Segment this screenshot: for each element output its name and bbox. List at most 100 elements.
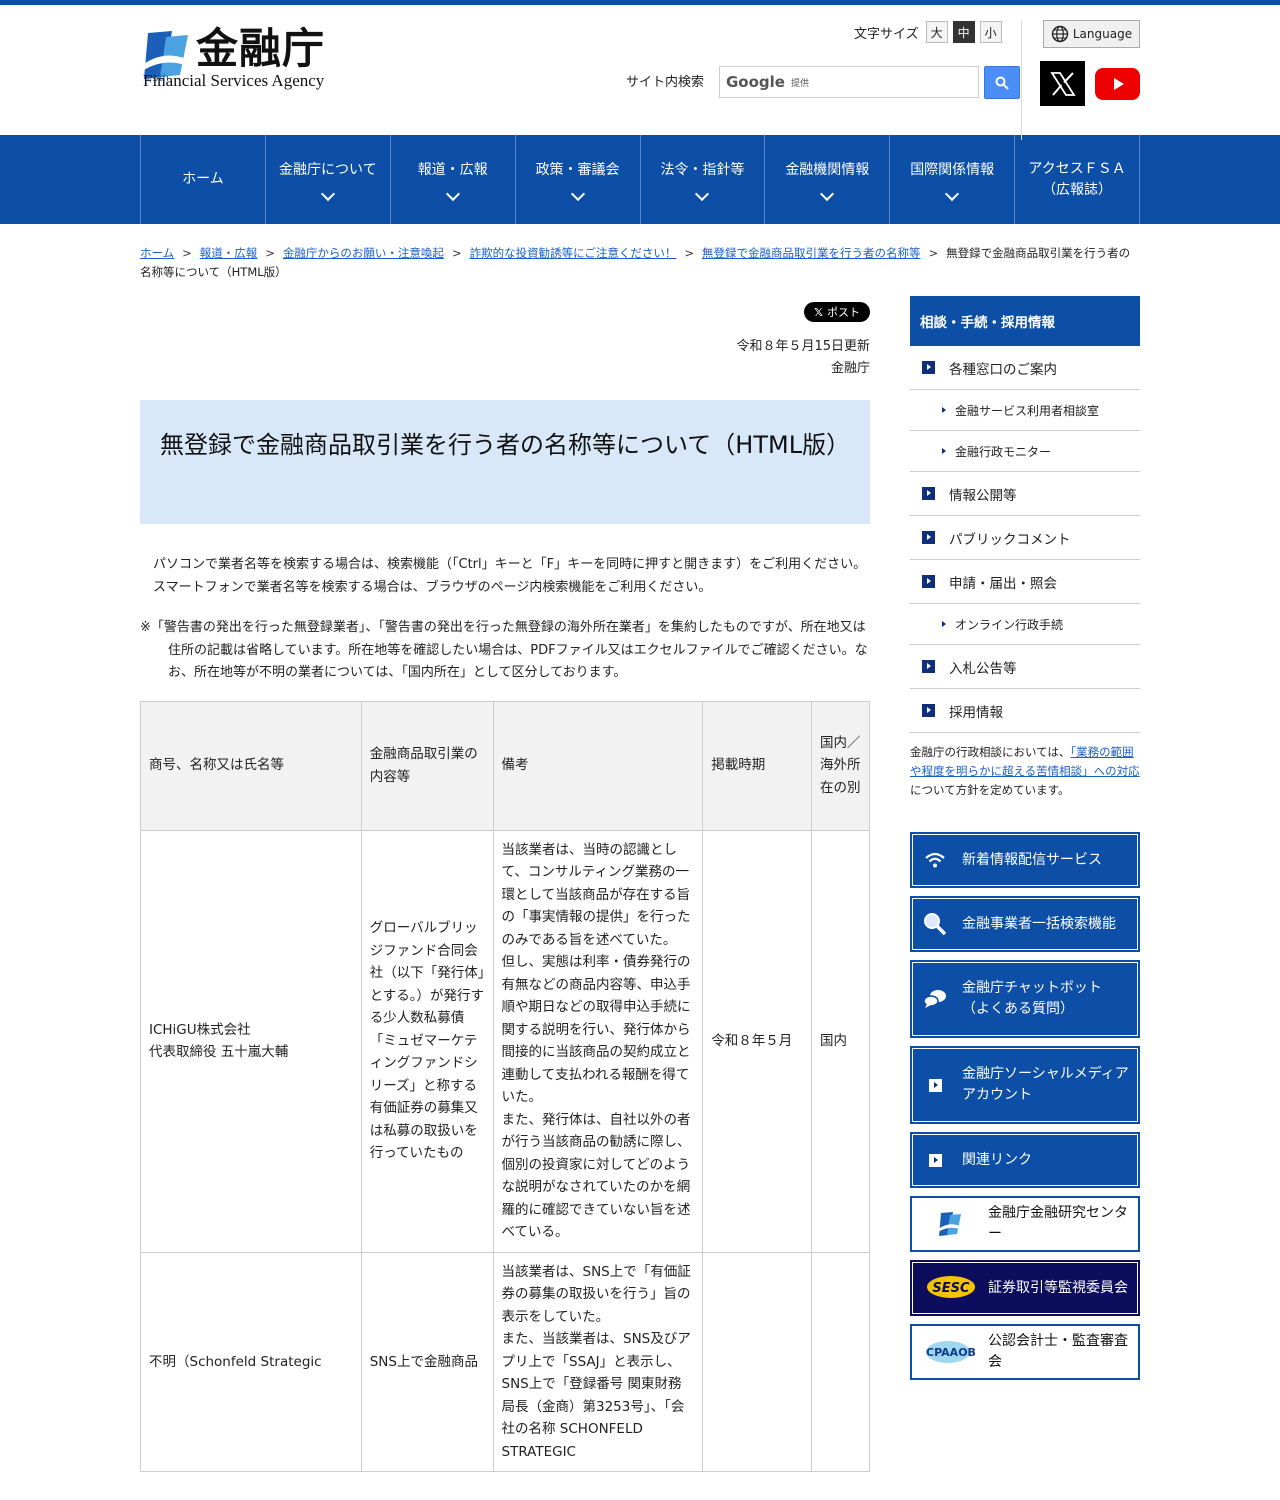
header-divider (1021, 20, 1022, 140)
business-content-cell: グローバルブリッジファンド合同会社（以下「発行体」とする。）が発行する少人数私募… (360, 829, 494, 1253)
sidebar-subitem-label: 金融行政モニター (955, 444, 1052, 459)
banner-label: 新着情報配信サービス (962, 851, 1102, 868)
banner-sesc[interactable]: SESC 証券取引等監視委員会 (910, 1260, 1140, 1316)
banner-label: 金融事業者一括検索機能 (962, 915, 1116, 932)
nav-item-access-fsa[interactable]: アクセスＦＳＡ （広報誌） (1015, 135, 1140, 224)
banner-related-links[interactable]: 関連リンク (910, 1132, 1140, 1188)
search-input[interactable]: Google 提供 (719, 66, 979, 98)
nav-item-home[interactable]: ホーム (141, 135, 266, 224)
sidebar-item-bidding[interactable]: 入札公告等 (910, 645, 1140, 689)
unregistered-business-table: 商号、名称又は氏名等 金融商品取引業の内容等 備考 掲載時期 国内／海外所在の別… (140, 700, 870, 1473)
breadcrumb-link[interactable]: ホーム (140, 246, 174, 260)
business-name: ICHiGU株式会社 (149, 1021, 251, 1038)
sidebar-item-label: 各種窓口のご案内 (949, 361, 1057, 378)
arrow-square-icon (922, 704, 935, 717)
font-size-label: 文字サイズ (854, 26, 919, 42)
banner-label: 金融庁ソーシャルメディア (962, 1066, 1129, 1082)
column-header: 国内／海外所在の別 (811, 700, 870, 831)
arrow-square-icon (922, 1147, 948, 1173)
location-cell (811, 1251, 870, 1472)
nav-label: ホーム (182, 171, 224, 187)
sidebar-subitem-monitor[interactable]: 金融行政モニター (910, 431, 1140, 472)
banner-social-media[interactable]: 金融庁ソーシャルメディア アカウント (910, 1046, 1140, 1124)
breadcrumb-link[interactable]: 金融庁からのお願い・注意喚起 (283, 246, 444, 260)
arrow-square-icon (922, 531, 935, 544)
chevron-down-icon (695, 186, 710, 202)
nav-item-international[interactable]: 国際関係情報 (890, 135, 1016, 224)
breadcrumb-separator: > (928, 246, 939, 260)
breadcrumb-separator: > (265, 246, 275, 260)
youtube-social-button[interactable] (1095, 68, 1140, 100)
globe-icon (1051, 25, 1069, 43)
arrow-square-icon (922, 487, 935, 500)
chevron-down-icon (570, 186, 585, 202)
x-logo-icon (1049, 71, 1076, 96)
sesc-logo-icon: SESC (922, 1272, 980, 1304)
language-button[interactable]: Language (1043, 20, 1140, 48)
banner-label: 関連リンク (962, 1151, 1032, 1168)
nav-item-press[interactable]: 報道・広報 (391, 135, 516, 224)
arrow-square-icon (922, 575, 935, 588)
sidebar-item-label: 採用情報 (949, 704, 1003, 721)
banner-new-info-service[interactable]: 新着情報配信サービス (910, 832, 1140, 888)
sidebar-item-recruitment[interactable]: 採用情報 (910, 689, 1140, 733)
breadcrumb-separator: > (182, 246, 192, 260)
breadcrumb-link[interactable]: 報道・広報 (200, 246, 258, 260)
banner-business-search[interactable]: 金融事業者一括検索機能 (910, 896, 1140, 952)
font-size-small-button[interactable]: 小 (979, 21, 1002, 43)
banner-chatbot[interactable]: 金融庁チャットボット （よくある質問） (910, 960, 1140, 1038)
chevron-down-icon (445, 186, 460, 202)
font-size-large-button[interactable]: 大 (925, 21, 948, 43)
sidebar-item-applications[interactable]: 申請・届出・照会 (910, 560, 1140, 604)
chevron-down-icon (945, 186, 960, 202)
page-title: 無登録で金融商品取引業を行う者の名称等について（HTML版） (160, 431, 851, 459)
font-size-medium-button[interactable]: 中 (952, 21, 975, 43)
arrow-square-icon (922, 1072, 948, 1098)
update-info: 令和８年５月15日更新 金融庁 (140, 322, 870, 380)
table-row: ICHiGU株式会社 代表取締役 五十嵐大輔 グローバルブリッジファンド合同会社… (140, 829, 870, 1253)
banner-label: （よくある質問） (962, 1001, 1074, 1017)
svg-text:SESC: SESC (932, 1281, 970, 1296)
sidebar-subitem-consultation[interactable]: 金融サービス利用者相談室 (910, 390, 1140, 431)
sidebar-item-label: 情報公開等 (949, 487, 1017, 504)
triangle-bullet-icon (942, 448, 946, 454)
x-social-button[interactable] (1040, 61, 1085, 106)
site-logo[interactable]: 25th 金融庁 Financial Services Agency (142, 25, 342, 95)
page-title-box: 無登録で金融商品取引業を行う者の名称等について（HTML版） (140, 400, 870, 524)
sidebar-subitem-label: オンライン行政手続 (955, 617, 1064, 632)
banner-cpaaob[interactable]: CPAAOB 公認会計士・監査審査会 (910, 1324, 1140, 1380)
main-content: 𝕏 ポスト 令和８年５月15日更新 金融庁 無登録で金融商品取引業を行う者の名称… (140, 296, 870, 1472)
breadcrumb-link[interactable]: 詐欺的な投資勧誘等にご注意ください！ (470, 246, 677, 260)
updated-date: 令和８年５月15日更新 (736, 339, 870, 354)
remarks-paragraph: また、当該業者は、SNS及びアプリ上で「SSAJ」と表示し、SNS上で「登録番号… (501, 1331, 691, 1460)
sidebar-item-public-comment[interactable]: パブリックコメント (910, 516, 1140, 560)
magnifier-icon (922, 911, 948, 937)
sidebar-subitem-online[interactable]: オンライン行政手続 (910, 604, 1140, 645)
triangle-bullet-icon (942, 621, 946, 627)
nav-item-policy[interactable]: 政策・審議会 (516, 135, 641, 224)
intro-paragraph: スマートフォンで業者名等を検索する場合は、ブラウザのページ内検索機能をご利用くだ… (153, 579, 712, 595)
chevron-down-icon (820, 186, 835, 202)
remarks-cell: 当該業者は、SNS上で「有価証券の募集の取扱いを行う」旨の表示をしていた。 また… (492, 1251, 704, 1472)
publication-period-cell (702, 1251, 813, 1472)
sidebar-item-disclosure[interactable]: 情報公開等 (910, 472, 1140, 516)
nav-item-about[interactable]: 金融庁について (266, 135, 391, 224)
banner-label-group: 金融庁チャットボット （よくある質問） (962, 978, 1102, 1020)
banner-label: 金融庁金融研究センター (988, 1205, 1128, 1242)
banner-label: アカウント (962, 1087, 1032, 1103)
column-header: 掲載時期 (702, 700, 813, 831)
google-provided: 提供 (790, 78, 809, 89)
fsa-emblem-icon (922, 1208, 980, 1240)
sidebar-note: 金融庁の行政相談においては、「業務の範囲や程度を明らかに超える苦情相談」への対応… (910, 743, 1140, 800)
banner-research-center[interactable]: 金融庁金融研究センター (910, 1196, 1140, 1252)
nav-item-institutions[interactable]: 金融機関情報 (765, 135, 891, 224)
search-button[interactable] (984, 66, 1020, 99)
banner-label-group: 金融庁ソーシャルメディア アカウント (962, 1064, 1129, 1106)
site-search-label: サイト内検索 (626, 75, 705, 90)
sidebar-item-contact-windows[interactable]: 各種窓口のご案内 (910, 346, 1140, 390)
nav-label: 報道・広報 (417, 162, 488, 178)
breadcrumb-link[interactable]: 無登録で金融商品取引業を行う者の名称等 (702, 246, 921, 260)
nav-item-laws[interactable]: 法令・指針等 (641, 135, 766, 224)
nav-label: 法令・指針等 (660, 162, 745, 178)
x-post-button[interactable]: 𝕏 ポスト (804, 302, 870, 322)
